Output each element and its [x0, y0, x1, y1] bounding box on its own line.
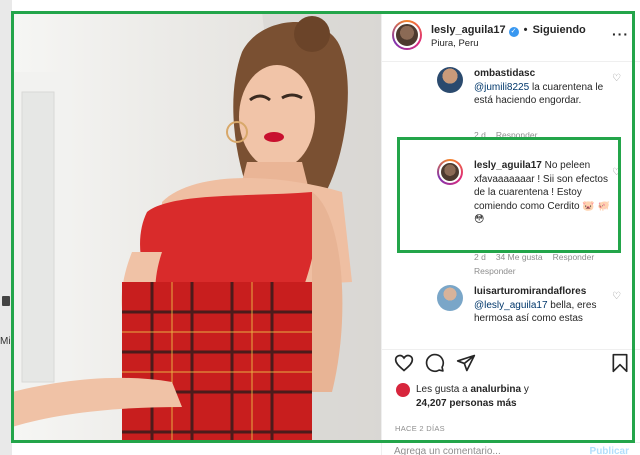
post-actions: Les gusta a analurbina y 24,207 personas… [382, 349, 640, 455]
liker-username[interactable]: analurbina [470, 384, 521, 395]
comment-meta: 2 d 34 Me gusta Responder [474, 252, 604, 262]
comment-input[interactable] [394, 446, 574, 455]
share-icon[interactable] [456, 353, 476, 373]
likes-count[interactable]: 24,207 personas más [416, 398, 517, 409]
comment-reply-button[interactable]: Responder [553, 252, 595, 262]
liker-avatar[interactable] [396, 383, 410, 397]
comment-likes[interactable]: 34 Me gusta [496, 252, 543, 262]
heart-icon[interactable] [394, 353, 414, 373]
add-comment-bar: Publicar [382, 442, 640, 455]
window-pane [21, 91, 55, 383]
comment-time: 2 d [474, 252, 486, 262]
lips [264, 132, 284, 142]
photo-illustration [12, 12, 381, 442]
comment-like-heart-icon[interactable]: ♡ [612, 291, 621, 302]
bookmark-icon[interactable] [611, 353, 629, 373]
post-side-panel: lesly_aguila17 ✓ • Siguiendo Piura, Peru … [381, 12, 640, 455]
comment-icon[interactable] [425, 353, 445, 373]
publish-button[interactable]: Publicar [590, 446, 629, 455]
red-top [140, 192, 317, 292]
comment-username[interactable]: luisarturomirandaflores [474, 286, 586, 297]
hair-bun [294, 16, 330, 52]
comment-meta: 2 d Responder [474, 130, 547, 140]
face [239, 65, 315, 169]
page-edge [0, 0, 12, 455]
author-username[interactable]: lesly_aguila17 [431, 24, 506, 36]
likes-prefix: Les gusta a [416, 384, 471, 395]
comment-like-heart-icon[interactable]: ♡ [612, 167, 621, 178]
reply-button[interactable]: Responder [474, 266, 516, 276]
post-header: lesly_aguila17 ✓ • Siguiendo Piura, Peru … [382, 12, 640, 62]
comment-reply-button[interactable]: Responder [496, 130, 538, 140]
likes-summary: Les gusta a analurbina y 24,207 personas… [416, 383, 529, 411]
comment-text: luisarturomirandaflores @lesly_aguila17 … [474, 285, 612, 326]
following-button[interactable]: Siguiendo [533, 24, 586, 36]
comment-username[interactable]: ombastidasc [474, 68, 535, 79]
post-date[interactable]: HACE 2 DÍAS [395, 424, 445, 433]
commenter-avatar[interactable] [437, 67, 463, 93]
author-line: lesly_aguila17 ✓ • Siguiendo [431, 24, 586, 37]
more-options-icon[interactable]: ··· [612, 26, 629, 42]
comment-text: lesly_aguila17 No peleen xfavaaaaaaar ! … [474, 159, 612, 227]
comment-time: 2 d [474, 130, 486, 140]
separator-dot: • [523, 24, 528, 36]
author-avatar[interactable] [392, 20, 422, 50]
comment-like-heart-icon[interactable]: ♡ [612, 73, 621, 84]
verified-badge-icon: ✓ [508, 27, 519, 37]
likes-middle: y [521, 384, 529, 395]
post-location[interactable]: Piura, Peru [431, 38, 479, 49]
comment-mention[interactable]: @jumili8225 [474, 82, 529, 93]
comments-list[interactable]: ombastidasc @jumili8225 la cuarentena le… [382, 63, 640, 349]
comment-username[interactable]: lesly_aguila17 [474, 160, 542, 171]
commenter-avatar[interactable] [437, 159, 463, 185]
comment-mention[interactable]: @lesly_aguila17 [474, 300, 548, 311]
commenter-avatar[interactable] [437, 285, 463, 311]
comment-text: ombastidasc @jumili8225 la cuarentena le… [474, 67, 612, 108]
edge-text: Mi [0, 336, 11, 347]
side-icon [2, 296, 10, 306]
post-photo[interactable] [12, 12, 381, 442]
